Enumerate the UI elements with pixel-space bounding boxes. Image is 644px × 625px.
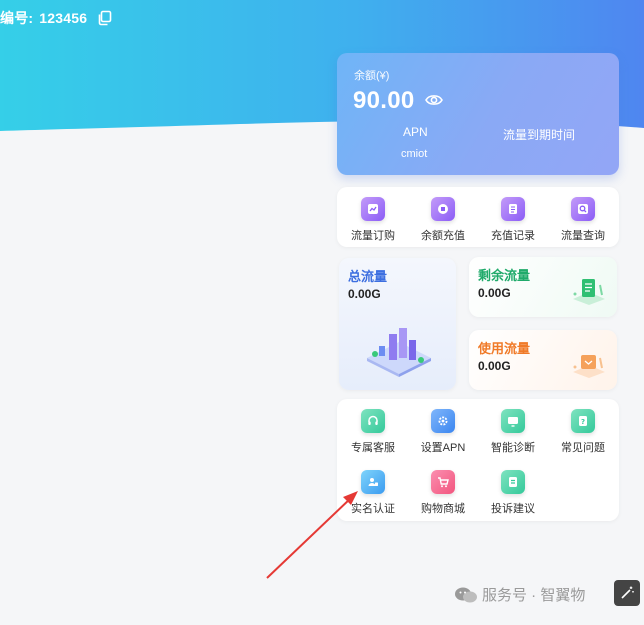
- cart-icon: [431, 470, 455, 494]
- device-id-value: 123456: [39, 10, 88, 26]
- service-real-name-auth[interactable]: 实名认证: [338, 470, 408, 516]
- quick-action-label: 流量订购: [351, 230, 395, 242]
- quick-action-balance-recharge[interactable]: 余额充值: [408, 197, 478, 243]
- balance-card: 余额(¥) 90.00 APN cmiot 流量到期时间: [337, 53, 619, 175]
- wallet-icon: [431, 197, 455, 221]
- service-customer-support[interactable]: 专属客服: [338, 409, 408, 455]
- service-label: 投诉建议: [491, 503, 535, 515]
- balance-label: 余额(¥): [354, 70, 390, 82]
- receipt-illustration: [573, 279, 605, 305]
- magic-wand-button[interactable]: [614, 580, 640, 606]
- service-smart-diagnosis[interactable]: 智能诊断: [478, 409, 548, 455]
- question-icon: ?: [571, 409, 595, 433]
- quick-actions-row: 流量订购 余额充值 充值记录 流量查询: [338, 197, 618, 243]
- watermark-text: 服务号 · 智翼物: [482, 587, 586, 604]
- device-id-row: 编号: 123456: [0, 8, 113, 28]
- copy-icon[interactable]: [97, 10, 113, 26]
- apn-label: APN: [403, 125, 428, 139]
- balance-amount: 90.00: [353, 87, 415, 114]
- gear-icon: [431, 409, 455, 433]
- services-row-2: 实名认证 购物商城 投诉建议: [338, 470, 548, 516]
- service-faq[interactable]: ? 常见问题: [548, 409, 618, 455]
- quick-action-label: 充值记录: [491, 230, 535, 242]
- used-traffic-card[interactable]: 使用流量 0.00G: [469, 330, 617, 390]
- quick-action-traffic-order[interactable]: 流量订购: [338, 197, 408, 243]
- monitor-icon: [501, 409, 525, 433]
- quick-action-traffic-query[interactable]: 流量查询: [548, 197, 618, 243]
- total-traffic-title: 总流量: [348, 269, 388, 284]
- watermark: 服务号 · 智翼物: [454, 584, 585, 605]
- total-traffic-value: 0.00G: [348, 287, 381, 301]
- package-icon: [361, 197, 385, 221]
- service-label: 专属客服: [351, 442, 395, 454]
- expire-time-label: 流量到期时间: [503, 128, 576, 142]
- search-icon: [571, 197, 595, 221]
- total-traffic-card[interactable]: 总流量 0.00G: [339, 258, 456, 390]
- services-row-1: 专属客服 设置APN 智能诊断 ? 常见问题: [338, 409, 618, 455]
- eye-icon[interactable]: [425, 93, 443, 107]
- svg-text:?: ?: [581, 418, 585, 426]
- apn-value: cmiot: [401, 148, 428, 160]
- record-icon: [501, 197, 525, 221]
- used-traffic-value: 0.00G: [478, 359, 511, 373]
- id-card-icon: [361, 470, 385, 494]
- remaining-traffic-card[interactable]: 剩余流量 0.00G: [469, 257, 617, 317]
- service-shopping-mall[interactable]: 购物商城: [408, 470, 478, 516]
- quick-action-recharge-record[interactable]: 充值记录: [478, 197, 548, 243]
- services-card: 专属客服 设置APN 智能诊断 ? 常见问题 实名认证 购物商城 投诉建议: [337, 399, 619, 521]
- magic-wand-icon: [621, 586, 634, 599]
- remaining-traffic-value: 0.00G: [478, 286, 511, 300]
- quick-action-label: 余额充值: [421, 230, 465, 242]
- quick-action-label: 流量查询: [561, 230, 605, 242]
- service-label: 智能诊断: [491, 442, 535, 454]
- box-illustration: [573, 355, 605, 378]
- service-set-apn[interactable]: 设置APN: [408, 409, 478, 455]
- service-label: 购物商城: [421, 503, 465, 515]
- service-label: 设置APN: [420, 442, 466, 454]
- wechat-icon: [455, 587, 477, 602]
- feedback-icon: [501, 470, 525, 494]
- data-chart-illustration: [367, 328, 431, 377]
- used-traffic-title: 使用流量: [478, 341, 531, 356]
- service-feedback[interactable]: 投诉建议: [478, 470, 548, 516]
- service-label: 常见问题: [561, 442, 605, 454]
- headset-icon: [361, 409, 385, 433]
- device-id-label: 编号:: [0, 10, 34, 26]
- remaining-traffic-title: 剩余流量: [478, 268, 531, 283]
- quick-actions-card: 流量订购 余额充值 充值记录 流量查询: [337, 187, 619, 247]
- service-label: 实名认证: [351, 503, 395, 515]
